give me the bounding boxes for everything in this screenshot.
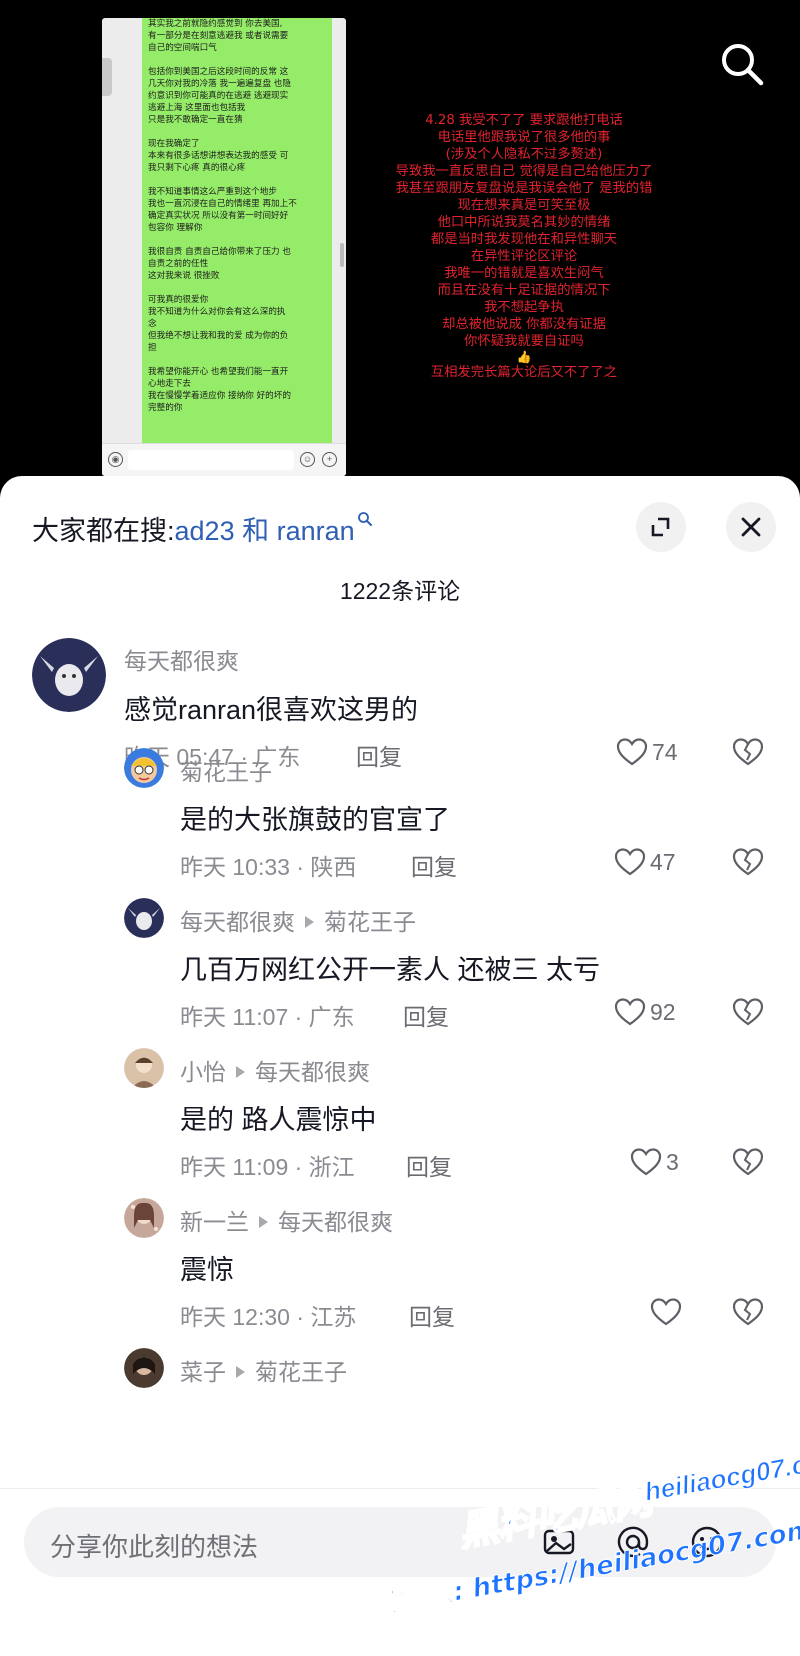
caption-line: 现在想来真是可笑至极 xyxy=(457,198,591,213)
reply-arrow-icon xyxy=(259,1216,268,1228)
like-count: 47 xyxy=(650,849,676,875)
chat-screenshot: 其实我之前就隐约感觉到 你去美国, 有一部分是在刻意逃避我 或者说需要 自己的空… xyxy=(102,18,346,476)
close-icon xyxy=(741,517,761,537)
avatar[interactable] xyxy=(124,1048,164,1088)
dislike-button[interactable] xyxy=(732,997,766,1029)
hot-search-prefix: 大家都在搜: xyxy=(32,516,175,546)
search-button[interactable] xyxy=(716,38,768,90)
avatar[interactable] xyxy=(32,638,106,712)
reply-button[interactable]: 回复 xyxy=(403,998,449,1032)
caption-line: 在异性评论区评论 xyxy=(470,249,578,264)
caption-line: 却总被他说成 你都没有证据 xyxy=(442,317,606,332)
broken-heart-icon xyxy=(732,1148,764,1176)
caption-line: 4.28 我受不了了 要求跟他打电话 xyxy=(425,113,623,128)
comment-time-location: 昨天 12:30 · 江苏 xyxy=(180,1304,357,1330)
close-button[interactable] xyxy=(726,502,776,552)
reply-item: 新一兰 每天都很爽 震惊 昨天 12:30 · 江苏 回复 xyxy=(0,1198,800,1348)
comment-count: 1222条评论 xyxy=(339,578,461,604)
chat-input-bar: ◉ ☺ + xyxy=(102,443,346,476)
video-area[interactable]: 其实我之前就隐约感觉到 你去美国, 有一部分是在刻意逃避我 或者说需要 自己的空… xyxy=(0,0,800,490)
reply-arrow-icon xyxy=(236,1366,245,1378)
red-caption-text: 4.28 我受不了了 要求跟他打电话 电话里他跟我说了很多他的事 (涉及个人隐私… xyxy=(348,112,700,381)
caption-line: 都是当时我发现他在和异性聊天 xyxy=(430,232,618,247)
reply-button[interactable]: 回复 xyxy=(406,1148,452,1182)
plus-icon: + xyxy=(322,452,337,467)
chat-side-tab xyxy=(102,58,112,96)
caption-line: 他口中所说我莫名其妙的情绪 xyxy=(437,215,611,230)
caption-line: 电话里他跟我说了很多他的事 xyxy=(437,130,611,145)
hot-search-bar[interactable]: 大家都在搜:ad23 和 ranran xyxy=(32,509,373,548)
comment-username[interactable]: 菜子 菊花王子 xyxy=(180,1353,347,1387)
chat-line: 我很自责 自责自己给你带来了压力 也 自责之前的任性 这对我来说 很挫败 xyxy=(148,247,291,281)
chat-message-bubble: 其实我之前就隐约感觉到 你去美国, 有一部分是在刻意逃避我 或者说需要 自己的空… xyxy=(142,18,332,443)
comment-text: 感觉ranran很喜欢这男的 xyxy=(124,695,419,725)
emoji-icon: ☺ xyxy=(300,452,315,467)
like-button[interactable] xyxy=(650,1297,686,1329)
caption-line: (涉及个人隐私不过多赘述) xyxy=(445,147,603,162)
comment-time-location: 昨天 11:09 · 浙江 xyxy=(180,1154,355,1180)
caption-emoji: 👍 xyxy=(516,350,532,364)
comment-username[interactable]: 新一兰 每天都很爽 xyxy=(180,1203,393,1237)
avatar[interactable] xyxy=(124,1348,164,1388)
reply-item: 小怡 每天都很爽 是的 路人震惊中 昨天 11:09 · 浙江 回复 3 xyxy=(0,1048,800,1198)
caption-line: 我唯一的错就是喜欢生闷气 xyxy=(444,266,604,281)
reply-item: 每天都很爽 菊花王子 几百万网红公开一素人 还被三 太亏 昨天 11:07 · 广… xyxy=(0,898,800,1048)
broken-heart-icon xyxy=(732,848,764,876)
voice-icon: ◉ xyxy=(108,452,123,467)
caption-line: 导致我一直反思自己 觉得是自己给他压力了 xyxy=(395,164,653,179)
avatar[interactable] xyxy=(124,898,164,938)
heart-icon xyxy=(614,998,646,1026)
hot-search-query[interactable]: ad23 和 ranran xyxy=(175,516,355,546)
search-icon xyxy=(357,512,372,526)
broken-heart-icon xyxy=(732,1298,764,1326)
dislike-button[interactable] xyxy=(732,847,766,879)
heart-icon xyxy=(650,1298,682,1326)
chat-line: 我不知道事情这么严重到这个地步 我也一直沉浸在自己的情绪里 再加上不 确定真实状… xyxy=(148,187,297,233)
like-count: 3 xyxy=(666,1149,679,1175)
comment-text: 是的 路人震惊中 xyxy=(180,1105,377,1135)
chat-line: 现在我确定了 本来有很多话想讲想表达我的感受 可 我只剩下心疼 真的很心疼 xyxy=(148,139,289,173)
comment-username[interactable]: 菊花王子 xyxy=(180,753,272,787)
comment-text: 是的大张旗鼓的官宣了 xyxy=(180,805,450,835)
avatar[interactable] xyxy=(124,1198,164,1238)
broken-heart-icon xyxy=(732,998,764,1026)
dislike-button[interactable] xyxy=(732,1297,766,1329)
reply-item: 菊花王子 是的大张旗鼓的官宣了 昨天 10:33 · 陕西 回复 47 xyxy=(0,748,800,898)
like-button[interactable]: 3 xyxy=(630,1147,690,1179)
search-icon xyxy=(722,44,764,86)
comment-time-location: 昨天 10:33 · 陕西 xyxy=(180,854,357,880)
chat-line: 其实我之前就隐约感觉到 你去美国, 有一部分是在刻意逃避我 或者说需要 自己的空… xyxy=(148,19,289,53)
reply-arrow-icon xyxy=(305,916,314,928)
heart-icon xyxy=(630,1148,662,1176)
expand-icon xyxy=(651,517,670,537)
comment-text: 几百万网红公开一素人 还被三 太亏 xyxy=(180,955,601,985)
comment-time-location: 昨天 11:07 · 广东 xyxy=(180,1004,355,1030)
like-button[interactable]: 47 xyxy=(614,847,684,879)
reply-button[interactable]: 回复 xyxy=(411,848,457,882)
comment-text: 震惊 xyxy=(180,1255,234,1285)
chat-line: 可我真的很爱你 我不知道为什么对你会有这么深的执 念 但我绝不想让我和我的爱 成… xyxy=(148,295,289,353)
caption-line: 你怀疑我就要自证吗 xyxy=(464,334,584,349)
heart-icon xyxy=(614,848,646,876)
dislike-button[interactable] xyxy=(732,1147,766,1179)
input-placeholder: 分享你此刻的想法 xyxy=(50,1532,259,1562)
caption-line: 我甚至跟朋友复盘说是我误会他了 是我的错 xyxy=(395,181,653,196)
like-count: 92 xyxy=(650,999,676,1025)
comment-username[interactable]: 每天都很爽 xyxy=(124,642,239,676)
like-button[interactable]: 92 xyxy=(614,997,684,1029)
reply-button[interactable]: 回复 xyxy=(409,1298,455,1332)
reply-arrow-icon xyxy=(236,1066,245,1078)
chat-scroll-tab xyxy=(340,243,344,267)
expand-button[interactable] xyxy=(636,502,686,552)
watermark-url: heiliaocg07.com xyxy=(642,1442,800,1508)
chat-line: 我希望你能开心 也希望我们能一直开 心地走下去 我在慢慢学着适应你 接纳你 好的… xyxy=(148,367,291,413)
caption-line: 互相发完长篇大论后又不了了之 xyxy=(430,365,618,380)
caption-line: 我不想起争执 xyxy=(484,300,564,315)
chat-line: 包括你到美国之后这段时间的反常 这 几天你对我的冷落 我一遍遍复盘 也隐 约意识… xyxy=(148,67,291,125)
comment-username[interactable]: 每天都很爽 菊花王子 xyxy=(180,903,416,937)
caption-line: 而且在没有十足证据的情况下 xyxy=(437,283,611,298)
avatar[interactable] xyxy=(124,748,164,788)
comment-username[interactable]: 小怡 每天都很爽 xyxy=(180,1053,370,1087)
chat-input-field xyxy=(128,450,294,470)
